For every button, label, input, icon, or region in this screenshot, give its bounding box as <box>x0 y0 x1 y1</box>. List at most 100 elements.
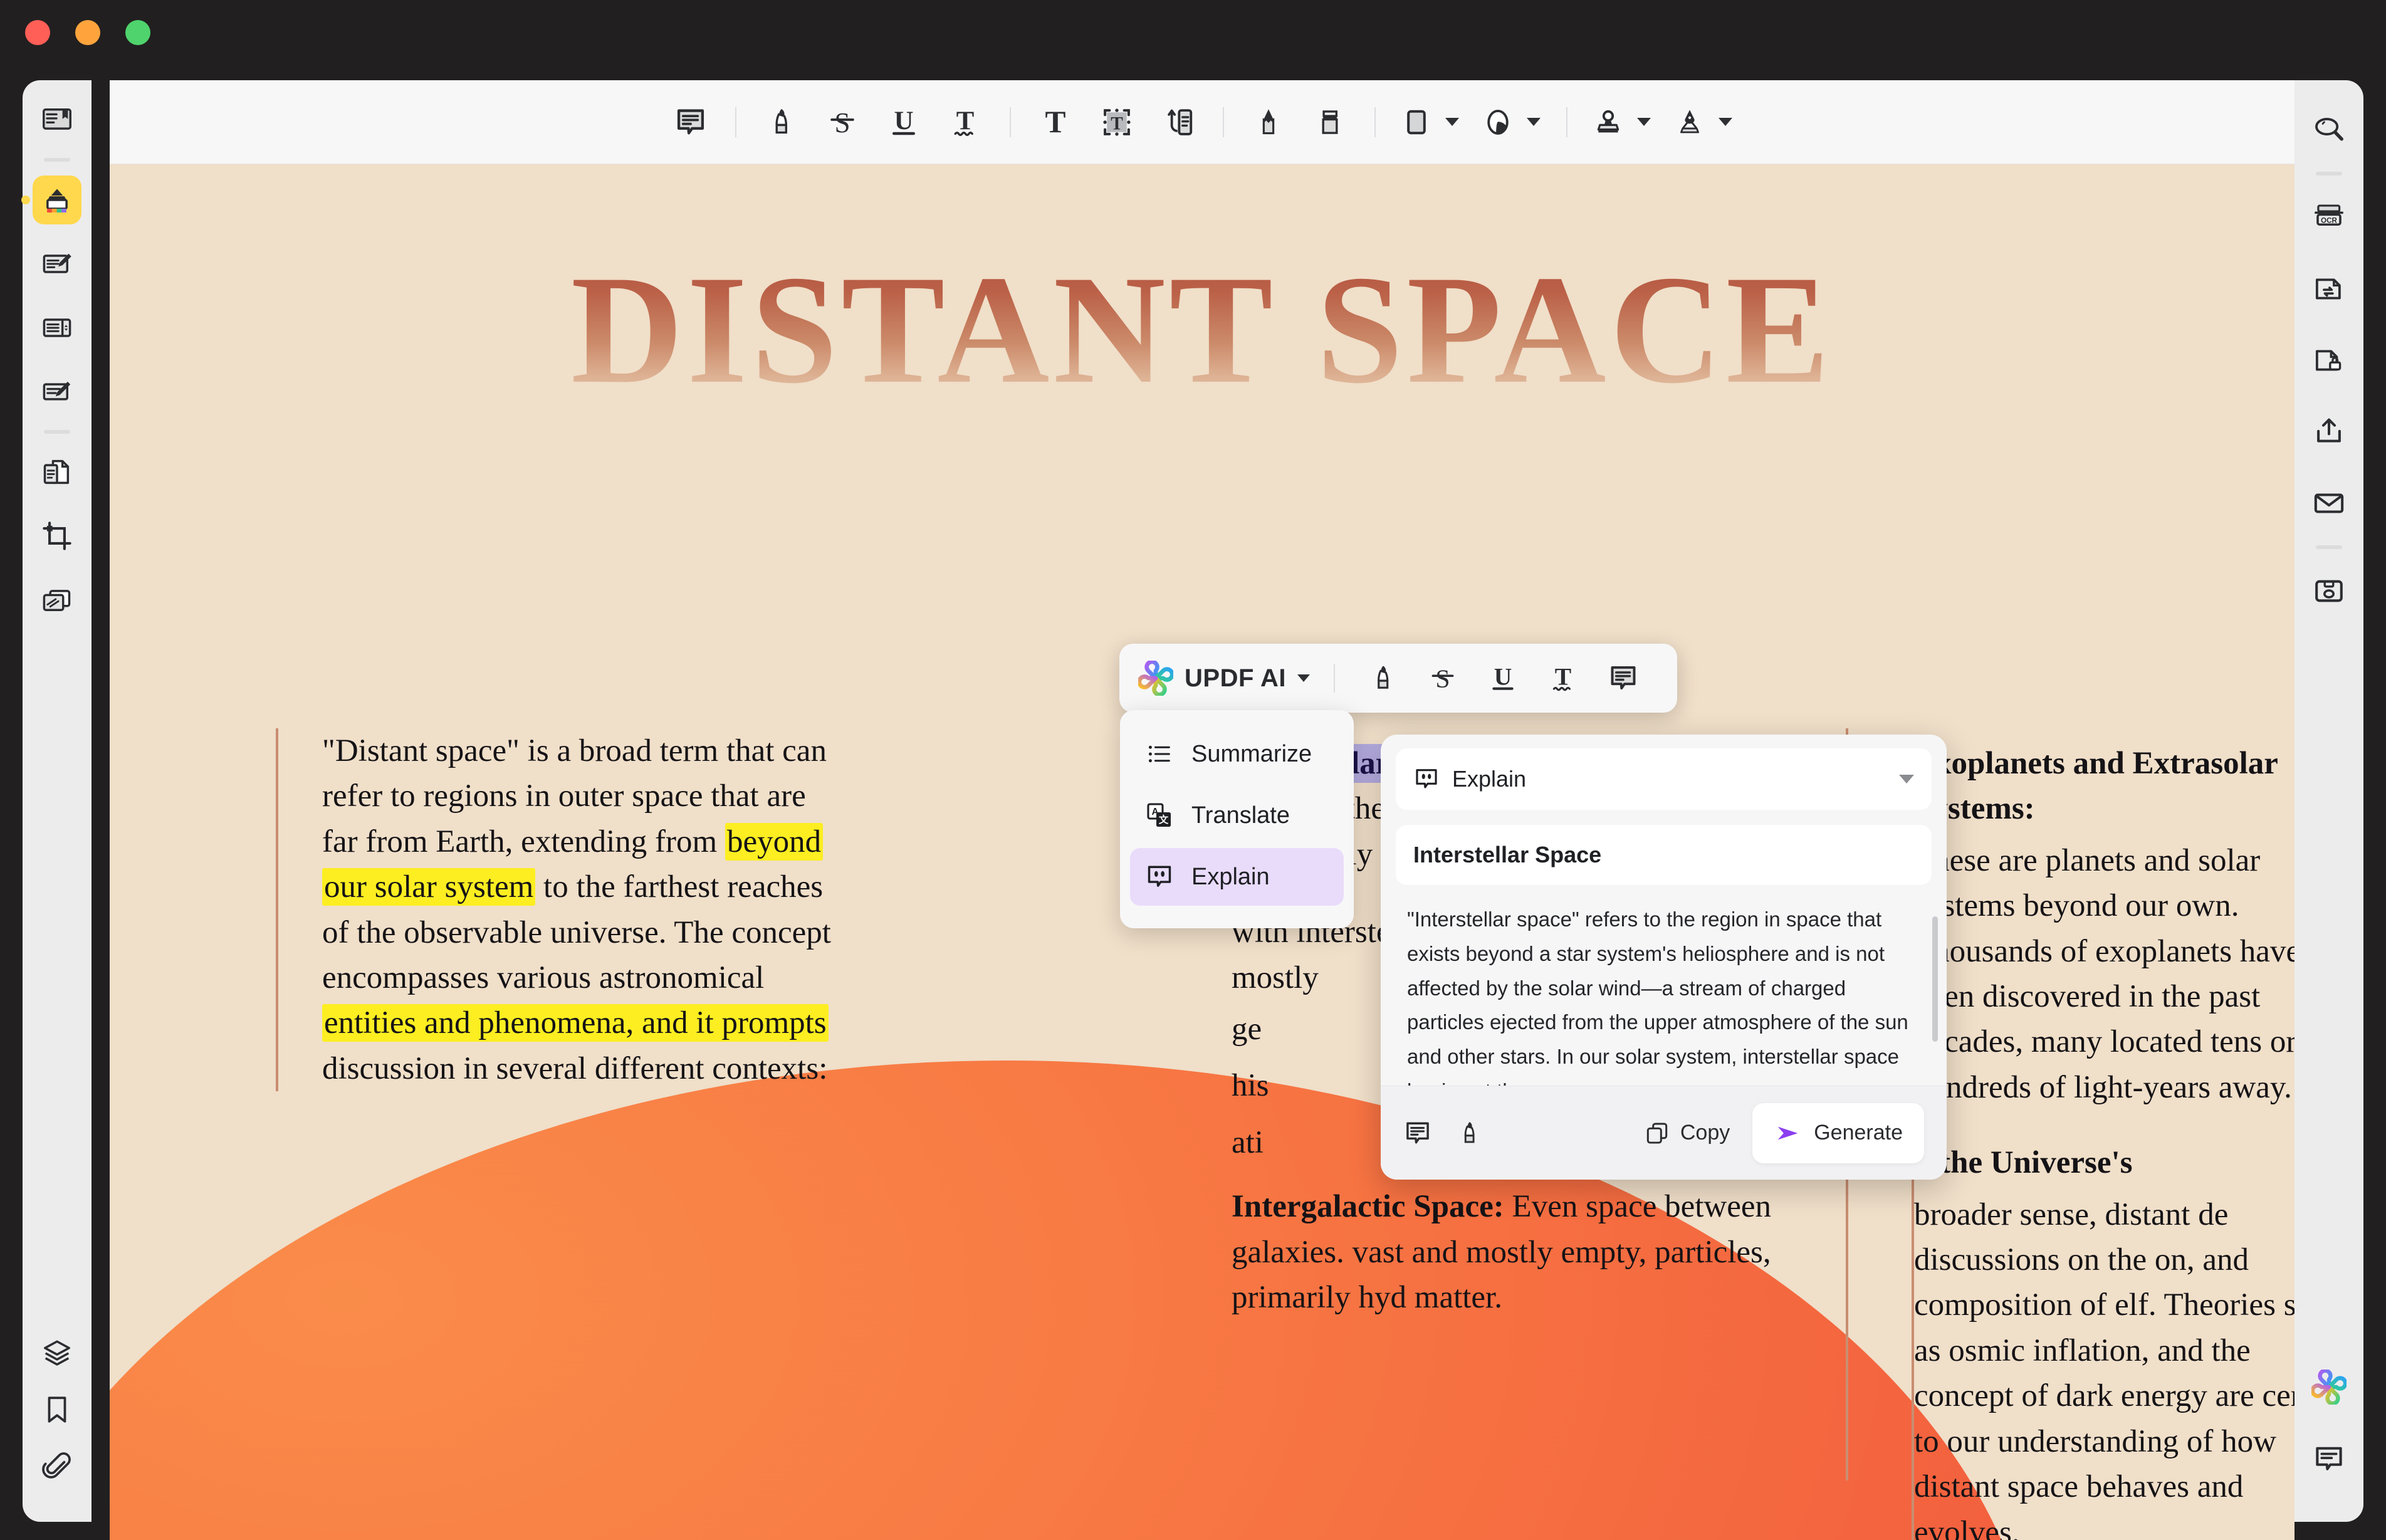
explain-add-note-button[interactable] <box>1403 1119 1432 1148</box>
toolbar-note-button[interactable] <box>660 92 721 153</box>
explain-highlight-button[interactable] <box>1455 1119 1483 1148</box>
rectangle-shape-icon <box>1401 105 1431 139</box>
updf-ai-brand-button[interactable]: UPDF AI <box>1138 661 1316 696</box>
sidebar-item-comments[interactable] <box>2305 1434 2353 1483</box>
sidebar-item-edit-pdf[interactable] <box>33 239 81 288</box>
underline-u-icon: U <box>1487 663 1519 694</box>
underline-u-icon: U <box>887 105 921 139</box>
explain-result-text: "Interstellar space" refers to the regio… <box>1381 903 1947 1086</box>
toolbar-squiggly-button[interactable]: T <box>934 92 996 153</box>
sidebar-item-protect[interactable] <box>2305 336 2353 385</box>
ocr-icon: OCR <box>2312 201 2346 234</box>
toolbar-text-button[interactable]: T <box>1025 92 1086 153</box>
sidebar-divider <box>2316 545 2342 549</box>
toolbar-signature-button[interactable] <box>1663 92 1744 153</box>
send-arrow-icon <box>1774 1119 1803 1148</box>
fountain-pen-nib-icon <box>1675 105 1705 139</box>
menu-item-label: Summarize <box>1191 741 1312 768</box>
pdf-page[interactable]: DISTANT SPACE "Distant space" is a broad… <box>110 164 2294 1540</box>
sidebar-item-fill-and-sign[interactable] <box>33 367 81 416</box>
sidebar-item-page-tools[interactable] <box>33 303 81 352</box>
ai-dropdown-menu: Summarize A 文 Translate Explain <box>1120 710 1354 928</box>
sidebar-item-convert[interactable] <box>2305 265 2353 313</box>
toolbar-stamp-button[interactable] <box>1581 92 1663 153</box>
highlighter-icon <box>764 105 798 139</box>
sidebar-item-save-as[interactable] <box>2305 567 2353 615</box>
strikethrough-s-icon: S <box>825 105 859 139</box>
paragraph-right-1: These are planets and solar systems beyo… <box>1914 838 2294 1110</box>
sidebar-item-attachments[interactable] <box>33 1442 81 1490</box>
document-sign-icon <box>41 375 73 408</box>
sidebar-item-reader-mode[interactable] <box>33 95 81 144</box>
explain-mode-label: Explain <box>1452 766 1526 792</box>
eraser-icon <box>1313 105 1347 139</box>
svg-text:T: T <box>956 106 975 135</box>
toolbar-highlight-button[interactable] <box>750 92 812 153</box>
float-underline-button[interactable]: U <box>1473 651 1533 706</box>
svg-text:T: T <box>1111 113 1123 134</box>
updf-ai-label: UPDF AI <box>1185 664 1286 693</box>
convert-document-icon <box>2312 272 2346 306</box>
bookmark-icon <box>41 1394 73 1425</box>
document-pen-icon <box>41 248 73 280</box>
zoom-button[interactable] <box>125 20 150 45</box>
sidebar-item-bookmarks[interactable] <box>33 1385 81 1434</box>
toolbar-divider <box>735 107 736 137</box>
svg-text:U: U <box>1494 663 1512 690</box>
close-button[interactable] <box>25 20 50 45</box>
copy-icon <box>1644 1120 1670 1146</box>
menu-item-summarize[interactable]: Summarize <box>1130 725 1344 783</box>
annotation-toolbar: S U T T <box>110 80 2294 164</box>
sidebar-item-crop-pages[interactable] <box>33 511 81 560</box>
generate-button[interactable]: Generate <box>1752 1103 1924 1163</box>
copy-pages-icon <box>41 456 73 488</box>
svg-text:U: U <box>894 106 914 135</box>
sidebar-item-organize-pages[interactable] <box>33 448 81 496</box>
menu-item-translate[interactable]: A 文 Translate <box>1130 787 1344 844</box>
float-note-button[interactable] <box>1593 651 1653 706</box>
float-squiggly-button[interactable]: T <box>1533 651 1593 706</box>
sidebar-item-updf-ai[interactable] <box>2305 1363 2353 1412</box>
sidebar-item-email[interactable] <box>2305 479 2353 528</box>
explain-result-value: "Interstellar space" refers to the regio… <box>1407 908 1908 1086</box>
sidebar-item-search[interactable] <box>2305 105 2353 154</box>
toolbar-callout-button[interactable] <box>1148 92 1209 153</box>
window-controls <box>25 20 150 45</box>
toolbar-sticker-button[interactable] <box>1471 92 1552 153</box>
app-window: OCR <box>0 0 2386 1540</box>
toolbar-shapes-button[interactable] <box>1389 92 1471 153</box>
right-sidebar-bottom <box>2305 1351 2353 1522</box>
translate-icon: A 文 <box>1145 801 1174 830</box>
toolbar-underline-button[interactable]: U <box>873 92 934 153</box>
sidebar-item-ocr[interactable]: OCR <box>2305 193 2353 242</box>
sidebar-item-batch-process[interactable] <box>33 575 81 624</box>
sticker-oval-icon <box>1483 105 1513 139</box>
chevron-down-icon <box>1719 118 1732 126</box>
share-upload-icon <box>2312 415 2346 449</box>
explain-term-field[interactable]: Interstellar Space <box>1396 825 1932 885</box>
toolbar-divider <box>1010 107 1011 137</box>
copy-button[interactable]: Copy <box>1644 1120 1730 1146</box>
sidebar-item-layers[interactable] <box>33 1329 81 1378</box>
left-sidebar-bottom <box>33 1321 81 1522</box>
svg-text:S: S <box>834 107 850 138</box>
callout-arrow-icon <box>1161 105 1195 139</box>
body-column-right: Exoplanets and Extrasolar Systems: These… <box>1912 741 2294 1540</box>
menu-item-explain[interactable]: Explain <box>1130 848 1344 906</box>
explain-scrollbar[interactable] <box>1932 916 1938 1042</box>
toolbar-eraser-button[interactable] <box>1299 92 1361 153</box>
minimize-button[interactable] <box>75 20 100 45</box>
layers-icon <box>41 1338 73 1369</box>
toolbar-pencil-button[interactable] <box>1238 92 1299 153</box>
sidebar-item-share[interactable] <box>2305 407 2353 456</box>
float-highlight-button[interactable] <box>1353 651 1413 706</box>
toolbar-text-field-button[interactable]: T <box>1086 92 1148 153</box>
float-strikethrough-button[interactable]: S <box>1413 651 1473 706</box>
svg-text:S: S <box>1435 665 1450 694</box>
toolbar-strikethrough-button[interactable]: S <box>812 92 873 153</box>
explain-mode-select[interactable]: Explain <box>1396 748 1932 810</box>
svg-text:T: T <box>1555 663 1571 690</box>
heading-intergalactic-space: Intergalactic Space: <box>1232 1189 1504 1224</box>
sidebar-item-annotate-highlight[interactable] <box>33 175 81 224</box>
heading-exoplanets: Exoplanets and Extrasolar Systems: <box>1914 741 2294 832</box>
